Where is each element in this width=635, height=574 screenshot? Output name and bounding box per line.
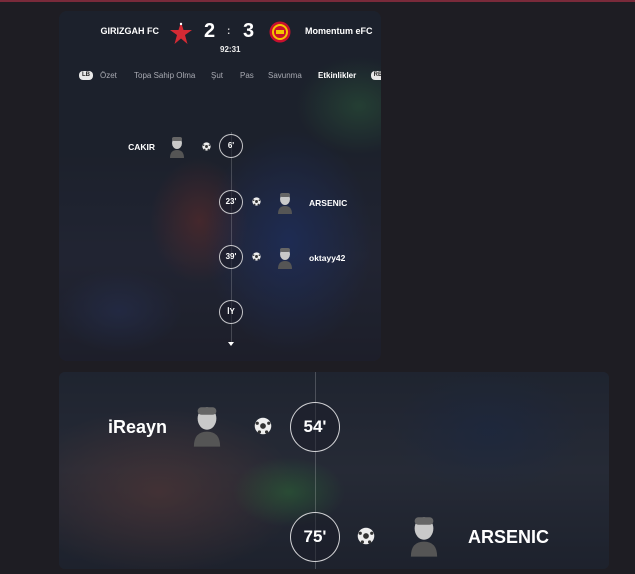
- score-separator: :: [227, 26, 231, 37]
- event-player-name: iReayn: [108, 417, 168, 437]
- tab-pas[interactable]: Pas: [240, 71, 254, 80]
- event-player-name: oktayy42: [309, 253, 346, 263]
- event-minute-badge: 54': [290, 402, 340, 452]
- scoreboard: GIRIZGAH FC 2 : 3 Momentum eFC 92:31: [59, 11, 381, 57]
- tab-ozet[interactable]: Özet: [100, 71, 117, 80]
- soccer-ball-icon: [252, 197, 261, 206]
- event-minute-badge: 39': [219, 245, 243, 269]
- match-events-panel: GIRIZGAH FC 2 : 3 Momentum eFC 92:31 LB …: [59, 11, 381, 361]
- tab-etkinlikler[interactable]: Etkinlikler: [318, 71, 356, 80]
- lb-button[interactable]: LB: [79, 71, 93, 80]
- match-clock: 92:31: [220, 45, 241, 54]
- event-minute-badge: 75': [290, 512, 340, 562]
- player-avatar-icon: [278, 248, 292, 269]
- event-player-name: CAKIR: [128, 142, 155, 152]
- home-score: 2: [204, 20, 216, 42]
- stats-tab-bar: LB Özet Topa Sahip Olma Şut Pas Savunma …: [59, 69, 381, 85]
- rb-button[interactable]: RB: [371, 71, 381, 80]
- event-minute-badge: 6': [219, 134, 243, 158]
- tab-topa-sahip-olma[interactable]: Topa Sahip Olma: [134, 71, 195, 80]
- event-minute-badge: 23': [219, 190, 243, 214]
- tab-savunma[interactable]: Savunma: [268, 71, 302, 80]
- home-team-name: GIRIZGAH FC: [100, 26, 160, 36]
- half-time-marker: İY: [219, 300, 243, 324]
- player-avatar-icon: [278, 193, 292, 214]
- scroll-down-arrow-icon[interactable]: [228, 342, 234, 346]
- soccer-ball-icon: [202, 142, 211, 151]
- event-player-name: ARSENIC: [309, 198, 348, 208]
- player-avatar-icon: [410, 517, 438, 557]
- top-accent-line: [0, 0, 635, 2]
- zoomed-events-panel: iReayn 54' 75' ARSENIC: [59, 372, 609, 569]
- tab-sut[interactable]: Şut: [211, 71, 223, 80]
- soccer-ball-icon: [252, 252, 261, 261]
- home-team-crest-icon: [170, 22, 192, 44]
- away-team-name: Momentum eFC: [305, 26, 373, 36]
- away-score: 3: [243, 20, 255, 42]
- away-team-crest-icon: [269, 21, 291, 43]
- soccer-ball-icon: [254, 417, 272, 435]
- player-avatar-icon: [170, 137, 184, 158]
- player-avatar-icon: [193, 407, 221, 447]
- event-player-name: ARSENIC: [468, 527, 550, 547]
- soccer-ball-icon: [357, 527, 375, 545]
